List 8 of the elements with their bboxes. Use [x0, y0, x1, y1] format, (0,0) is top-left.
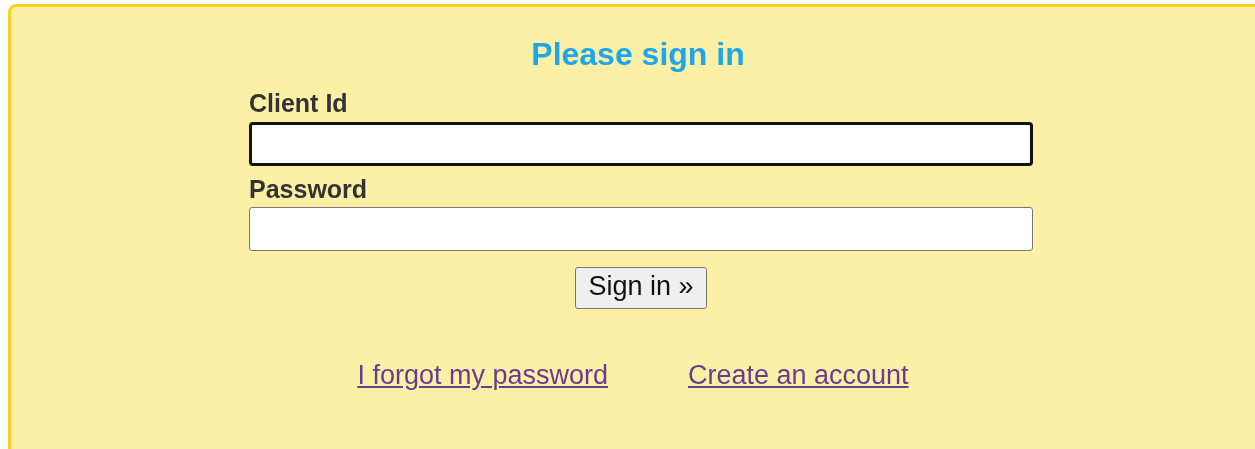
link[interactable]: Create an account [687, 354, 909, 396]
panel-title: Please sign in [530, 37, 746, 73]
sign-in-button[interactable]: Sign in » [575, 267, 707, 309]
input-field[interactable] [249, 121, 1033, 166]
field-label: Password [249, 175, 369, 204]
link[interactable]: I forgot my password [357, 354, 608, 396]
input-field[interactable] [249, 207, 1033, 252]
field-label: Client Id [249, 90, 349, 118]
